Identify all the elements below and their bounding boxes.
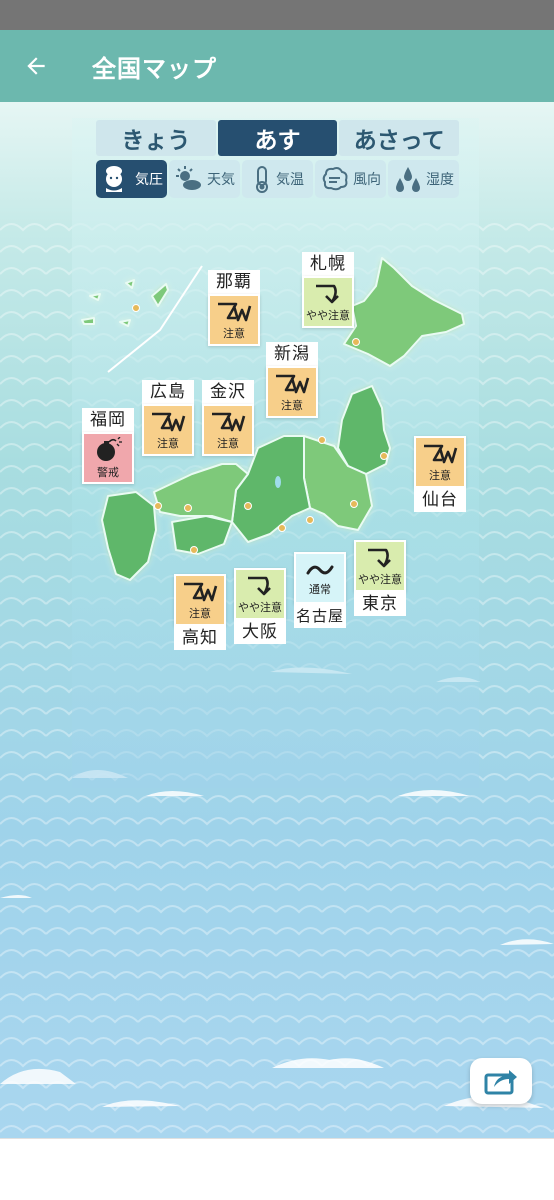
pressure-badge: 通常 (294, 552, 346, 604)
status-bar (0, 0, 554, 30)
pressure-badge: 注意 (266, 366, 318, 418)
city-sapporo[interactable]: 札幌 やや注意 (302, 252, 354, 328)
back-button[interactable] (0, 30, 72, 102)
bomb-icon (97, 436, 122, 461)
forecast-panel: きょう あす あさって 気圧 天気 気温 風向 湿度 那覇 注意 札幌 やや注意… (72, 118, 479, 788)
city-name: 福岡 (82, 408, 134, 432)
pressure-badge: 注意 (208, 294, 260, 346)
pressure-badge: 注意 (202, 404, 254, 456)
badge-label: 注意 (281, 398, 303, 412)
pressure-badge: やや注意 (302, 276, 354, 328)
badge-label: 注意 (189, 606, 211, 620)
city-name: 東京 (354, 592, 406, 616)
badge-label: 警戒 (97, 465, 119, 479)
region-chugoku (153, 463, 249, 523)
badge-label: やや注意 (306, 308, 350, 322)
page-title: 全国マップ (92, 54, 217, 83)
region-hokkaido (343, 257, 465, 367)
badge-label: 注意 (217, 436, 239, 450)
app-bar: 全国マップ (0, 30, 554, 102)
city-kochi[interactable]: 注意 高知 (174, 574, 226, 650)
region-shikoku (171, 515, 233, 555)
pressure-badge: 注意 (174, 574, 226, 626)
city-name: 金沢 (202, 380, 254, 404)
caution-pressure-icon (184, 582, 218, 601)
slight-caution-pressure-icon (248, 576, 271, 595)
badge-label: 通常 (309, 582, 331, 596)
city-name: 仙台 (414, 488, 466, 512)
city-sendai[interactable]: 注意 仙台 (414, 436, 466, 512)
caution-pressure-icon (424, 444, 458, 463)
city-name: 高知 (174, 626, 226, 650)
map-background: きょう あす あさって 気圧 天気 気温 風向 湿度 那覇 注意 札幌 やや注意… (0, 102, 554, 1138)
city-name: 新潟 (266, 342, 318, 366)
caution-pressure-icon (212, 412, 246, 431)
city-kanazawa[interactable]: 金沢 注意 (202, 380, 254, 456)
region-tohoku (337, 385, 391, 475)
city-fukuoka[interactable]: 福岡 警戒 (82, 408, 134, 484)
share-icon (484, 1070, 517, 1095)
region-okinawa (151, 283, 169, 307)
arrow-left-icon (27, 57, 45, 75)
city-hiroshima[interactable]: 広島 注意 (142, 380, 194, 456)
slight-caution-pressure-icon (368, 548, 391, 567)
city-naha[interactable]: 那覇 注意 (208, 270, 260, 346)
badge-label: やや注意 (238, 600, 282, 614)
pressure-badge: 注意 (414, 436, 466, 488)
tilde-icon (306, 565, 334, 574)
city-nagoya[interactable]: 通常 名古屋 (294, 552, 346, 628)
city-tokyo[interactable]: やや注意 東京 (354, 540, 406, 616)
caution-pressure-icon (152, 412, 186, 431)
pressure-badge: 警戒 (82, 432, 134, 484)
city-osaka[interactable]: やや注意 大阪 (234, 568, 286, 644)
slight-caution-pressure-icon (316, 284, 339, 303)
caution-pressure-icon (276, 374, 310, 393)
badge-label: 注意 (157, 436, 179, 450)
city-name: 大阪 (234, 620, 286, 644)
badge-label: 注意 (223, 326, 245, 340)
city-name: 名古屋 (294, 604, 346, 628)
city-name: 那覇 (208, 270, 260, 294)
pressure-badge: 注意 (142, 404, 194, 456)
city-name: 広島 (142, 380, 194, 404)
pressure-badge: やや注意 (354, 540, 406, 592)
city-name: 札幌 (302, 252, 354, 276)
badge-label: やや注意 (358, 572, 402, 586)
pressure-badge: やや注意 (234, 568, 286, 620)
caution-pressure-icon (218, 302, 252, 321)
share-button[interactable] (470, 1058, 532, 1104)
bottom-bar (0, 1138, 554, 1200)
region-kyushu (101, 491, 157, 581)
city-niigata[interactable]: 新潟 注意 (266, 342, 318, 418)
badge-label: 注意 (429, 468, 451, 482)
